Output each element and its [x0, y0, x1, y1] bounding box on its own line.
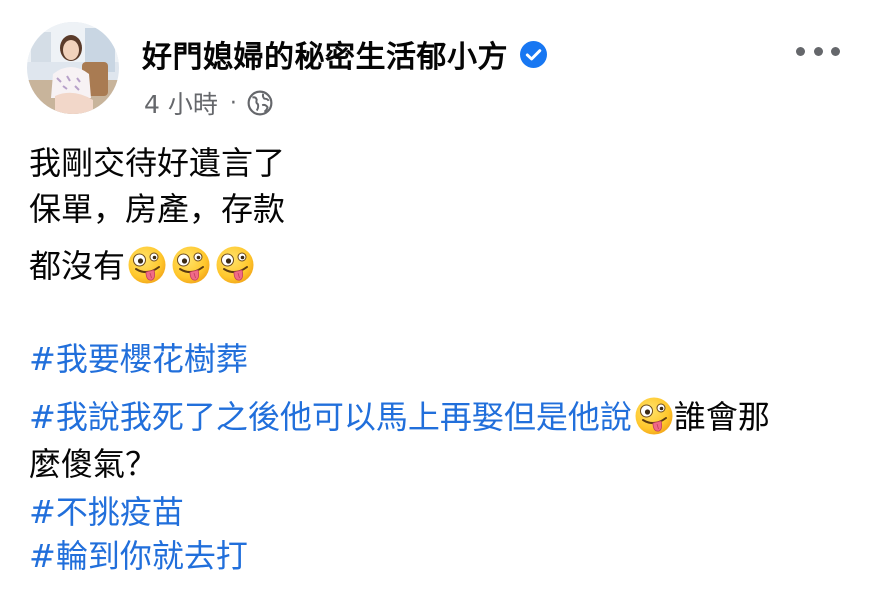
hashtag-link[interactable]: #不挑疫苗: [29, 493, 184, 531]
author-name[interactable]: 好門媳婦的秘密生活郁小方: [142, 32, 508, 76]
zany-face-emoji-icon: [127, 245, 167, 285]
meta-separator: ·: [229, 90, 237, 116]
post-text-line: 我剛交待好遺言了: [29, 144, 286, 182]
zany-face-emoji-icon: [171, 245, 211, 285]
author-header: 好門媳婦的秘密生活郁小方: [142, 32, 547, 76]
more-dot: [813, 46, 823, 56]
post-text: 誰會那: [673, 398, 770, 436]
more-dot: [796, 46, 805, 56]
hashtag-link[interactable]: #輪到你就去打: [29, 537, 248, 575]
more-dot: [831, 46, 840, 56]
zany-face-emoji-icon: [634, 396, 674, 436]
hashtag-line: #我要櫻花樹葬: [29, 339, 248, 379]
verified-badge-icon: [520, 40, 547, 68]
post-timestamp[interactable]: 4 小時: [144, 85, 218, 121]
post-meta: 4 小時 ·: [144, 86, 273, 120]
post-text: 都沒有: [29, 247, 126, 285]
post-text-line-with-emoji: 都沒有: [29, 245, 255, 286]
author-avatar[interactable]: [27, 22, 119, 114]
more-options-icon[interactable]: [796, 36, 840, 66]
post-text-line: 保單，房產，存款: [29, 190, 286, 228]
hashtag-line-with-emoji: #我說我死了之後他可以馬上再娶但是他說 誰會那: [29, 396, 770, 437]
globe-icon: [247, 90, 273, 116]
zany-face-emoji-icon: [215, 245, 255, 285]
hashtag-line: #輪到你就去打: [29, 536, 248, 576]
hashtag-link[interactable]: #我說我死了之後他可以馬上再娶但是他說: [29, 398, 632, 436]
facebook-post: 好門媳婦的秘密生活郁小方 4 小時 · 我剛交待好遺言了 保單，房產，存款 都沒…: [0, 0, 870, 601]
post-text-line: 麼傻氣？: [29, 445, 158, 483]
hashtag-line: #不挑疫苗: [29, 492, 184, 532]
hashtag-link[interactable]: #我要櫻花樹葬: [29, 340, 248, 378]
